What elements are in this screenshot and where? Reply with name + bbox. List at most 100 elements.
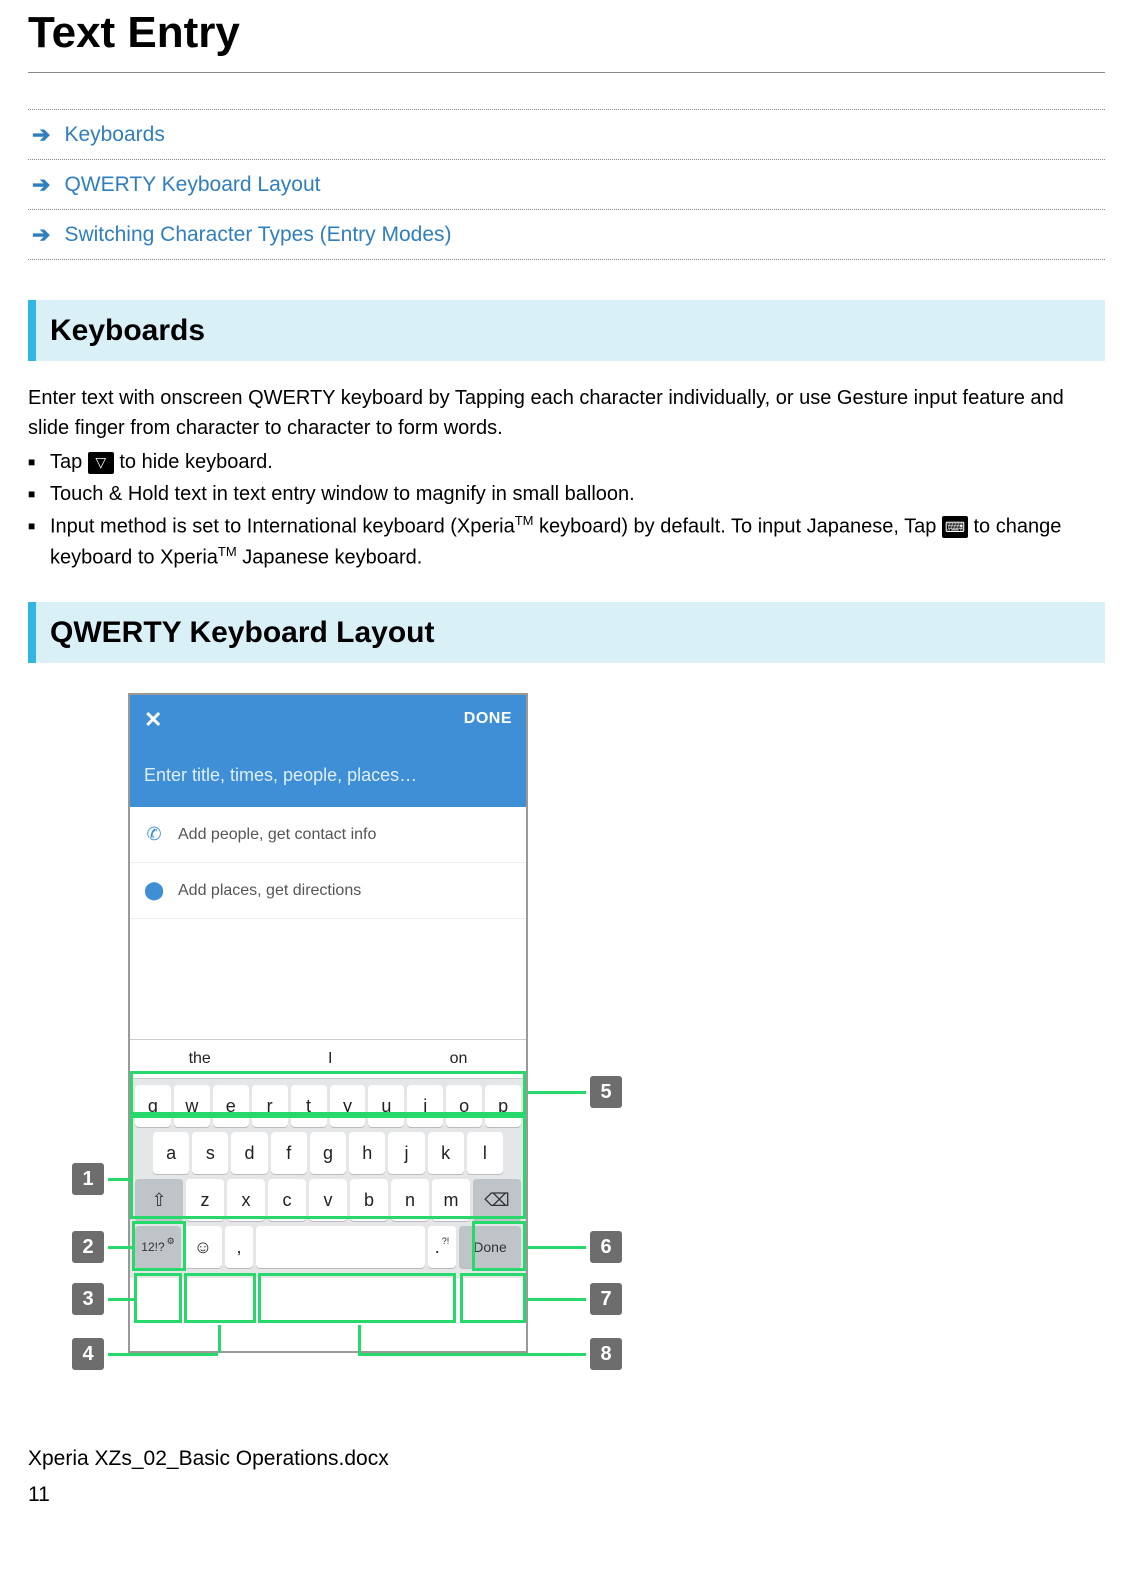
- list-item: Tap ▽ to hide keyboard.: [28, 447, 1105, 477]
- callout-3: 3: [72, 1283, 104, 1315]
- key-n[interactable]: n: [391, 1179, 429, 1221]
- key-y[interactable]: y: [330, 1085, 366, 1127]
- section-heading-qwerty: QWERTY Keyboard Layout: [28, 602, 1105, 663]
- gear-icon: ⚙: [167, 1235, 175, 1249]
- key-b[interactable]: b: [350, 1179, 388, 1221]
- close-icon[interactable]: ✕: [144, 703, 162, 736]
- key-x[interactable]: x: [227, 1179, 265, 1221]
- connector-line: [108, 1246, 132, 1249]
- suggestion-word[interactable]: on: [450, 1047, 468, 1071]
- key-mode-switch[interactable]: 12!?⚙: [135, 1226, 181, 1268]
- text-segment: Japanese keyboard.: [237, 546, 423, 568]
- connector-line: [108, 1298, 134, 1301]
- key-m[interactable]: m: [432, 1179, 470, 1221]
- callout-7: 7: [590, 1283, 622, 1315]
- section-heading-keyboards: Keyboards: [28, 300, 1105, 361]
- row-label: Add people, get contact info: [178, 823, 376, 847]
- connector-line: [528, 1091, 586, 1094]
- suggestion-word[interactable]: I: [328, 1047, 332, 1071]
- key-f[interactable]: f: [271, 1132, 307, 1174]
- arrow-down-icon: ➔: [32, 118, 50, 151]
- key-t[interactable]: t: [291, 1085, 327, 1127]
- key-comma[interactable]: ,: [225, 1226, 253, 1268]
- keyboard-layout-figure: ✕ DONE Enter title, times, people, place…: [78, 693, 728, 1393]
- callout-4: 4: [72, 1338, 104, 1370]
- toc-item-keyboards[interactable]: ➔ Keyboards: [28, 109, 1105, 160]
- key-o[interactable]: o: [446, 1085, 482, 1127]
- key-u[interactable]: u: [368, 1085, 404, 1127]
- phone-icon: ✆: [144, 821, 164, 848]
- done-button[interactable]: DONE: [464, 707, 512, 731]
- key-d[interactable]: d: [231, 1132, 267, 1174]
- add-people-row[interactable]: ✆ Add people, get contact info: [130, 807, 526, 863]
- connector-line: [358, 1325, 361, 1353]
- list-item: Touch & Hold text in text entry window t…: [28, 479, 1105, 509]
- text-segment: keyboard) by default. To input Japanese,…: [534, 516, 942, 538]
- key-shift[interactable]: ⇧: [135, 1179, 183, 1221]
- key-g[interactable]: g: [310, 1132, 346, 1174]
- arrow-down-icon: ➔: [32, 168, 50, 201]
- callout-8: 8: [590, 1338, 622, 1370]
- connector-line: [108, 1178, 130, 1181]
- footer-filename: Xperia XZs_02_Basic Operations.docx: [28, 1443, 1105, 1475]
- connector-line: [218, 1325, 221, 1353]
- app-bar: ✕ DONE: [130, 695, 526, 743]
- bullet-list: Tap ▽ to hide keyboard. Touch & Hold tex…: [28, 447, 1105, 572]
- title-input-bar[interactable]: Enter title, times, people, places…: [130, 743, 526, 807]
- key-z[interactable]: z: [186, 1179, 224, 1221]
- callout-1: 1: [72, 1163, 104, 1195]
- key-j[interactable]: j: [388, 1132, 424, 1174]
- phone-mockup: ✕ DONE Enter title, times, people, place…: [128, 693, 528, 1353]
- key-q[interactable]: q: [135, 1085, 171, 1127]
- page-title: Text Entry: [28, 0, 1105, 73]
- key-spacebar[interactable]: [256, 1226, 425, 1268]
- key-emoji[interactable]: ☺: [184, 1226, 222, 1268]
- toc-item-qwerty-layout[interactable]: ➔ QWERTY Keyboard Layout: [28, 160, 1105, 210]
- location-icon: ⬤: [144, 877, 164, 904]
- key-row-1: q w e r t y u i o p: [135, 1085, 521, 1127]
- key-backspace[interactable]: ⌫: [473, 1179, 521, 1221]
- callout-2: 2: [72, 1231, 104, 1263]
- toc-link-label: Keyboards: [64, 119, 164, 151]
- key-s[interactable]: s: [192, 1132, 228, 1174]
- key-enter-done[interactable]: Done: [459, 1226, 521, 1268]
- toc-item-switching-types[interactable]: ➔ Switching Character Types (Entry Modes…: [28, 210, 1105, 260]
- key-v[interactable]: v: [309, 1179, 347, 1221]
- callout-5: 5: [590, 1076, 622, 1108]
- list-item: Input method is set to International key…: [28, 511, 1105, 572]
- add-places-row[interactable]: ⬤ Add places, get directions: [130, 863, 526, 919]
- text-segment: Input method is set to International key…: [50, 516, 515, 538]
- key-k[interactable]: k: [428, 1132, 464, 1174]
- key-e[interactable]: e: [213, 1085, 249, 1127]
- key-w[interactable]: w: [174, 1085, 210, 1127]
- key-row-2: a s d f g h j k l: [135, 1132, 521, 1174]
- keyboard-switch-icon: ⌨: [942, 516, 968, 538]
- key-c[interactable]: c: [268, 1179, 306, 1221]
- key-row-3: ⇧ z x c v b n m ⌫: [135, 1179, 521, 1221]
- toc-link-label: QWERTY Keyboard Layout: [64, 169, 320, 201]
- connector-line: [528, 1246, 586, 1249]
- text-segment: Tap: [50, 451, 88, 473]
- suggestion-bar[interactable]: the I on: [130, 1039, 526, 1079]
- trademark-symbol: TM: [218, 544, 237, 559]
- page-number: 11: [28, 1479, 1105, 1511]
- key-a[interactable]: a: [153, 1132, 189, 1174]
- connector-line: [528, 1298, 586, 1301]
- trademark-symbol: TM: [515, 513, 534, 528]
- spacer: [130, 919, 526, 1039]
- body-text: Enter text with onscreen QWERTY keyboard…: [28, 383, 1105, 443]
- arrow-down-icon: ➔: [32, 218, 50, 251]
- key-l[interactable]: l: [467, 1132, 503, 1174]
- connector-line: [358, 1353, 586, 1356]
- title-input-placeholder: Enter title, times, people, places…: [144, 762, 417, 789]
- onscreen-keyboard: q w e r t y u i o p a s d f g h j k l: [130, 1079, 526, 1278]
- key-h[interactable]: h: [349, 1132, 385, 1174]
- suggestion-word[interactable]: the: [189, 1047, 211, 1071]
- row-label: Add places, get directions: [178, 879, 361, 903]
- key-p[interactable]: p: [485, 1085, 521, 1127]
- callout-6: 6: [590, 1231, 622, 1263]
- key-i[interactable]: i: [407, 1085, 443, 1127]
- key-period[interactable]: .?!: [428, 1226, 456, 1268]
- key-row-4: 12!?⚙ ☺ , .?! Done: [135, 1226, 521, 1268]
- key-r[interactable]: r: [252, 1085, 288, 1127]
